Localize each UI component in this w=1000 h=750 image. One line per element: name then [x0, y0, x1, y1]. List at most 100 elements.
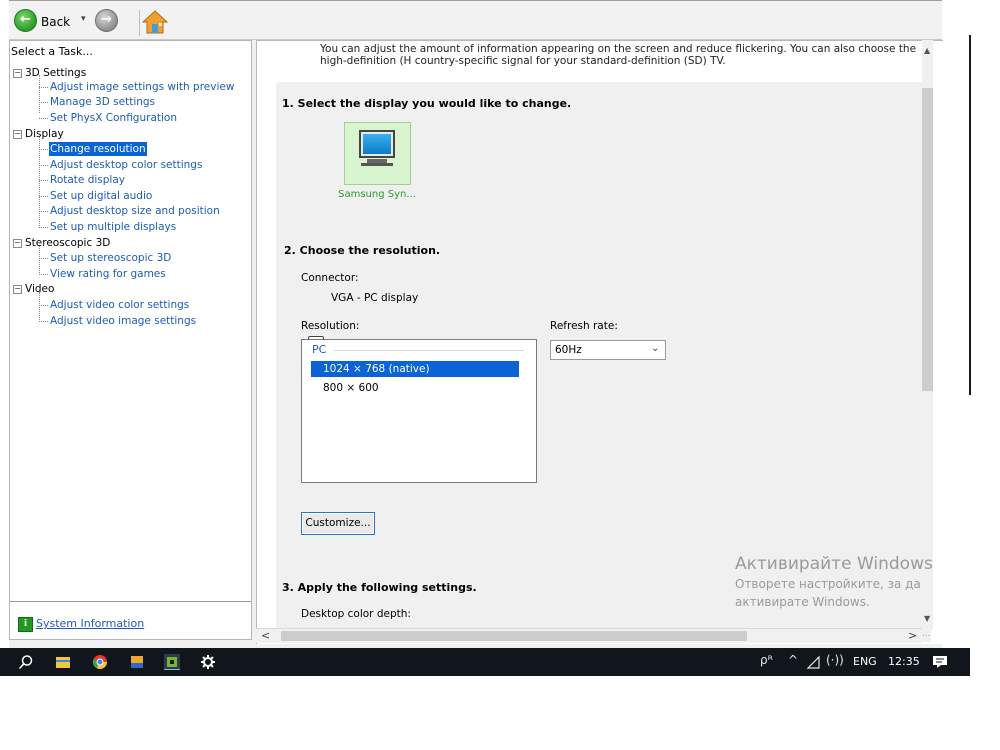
scroll-right-arrow-icon[interactable]: >	[908, 629, 917, 642]
forward-arrow-icon[interactable]: →	[95, 9, 118, 32]
task-rotate-display[interactable]: Rotate display	[50, 173, 125, 187]
back-button-label[interactable]: Back	[41, 15, 70, 29]
task-adjust-video-color[interactable]: Adjust video color settings	[50, 298, 189, 312]
display-tile-samsung[interactable]: Samsung Syn...	[338, 122, 416, 200]
task-pane-title: Select a Task...	[11, 45, 93, 58]
tree-category-video[interactable]: − Video	[13, 283, 54, 295]
tree-connector	[39, 137, 40, 228]
resolution-list[interactable]: PC 1024 × 768 (native) 800 × 600	[301, 339, 537, 483]
settings-gear-icon[interactable]	[200, 654, 216, 670]
watermark-title: Активирайте Windows	[735, 554, 933, 574]
tree-category-display[interactable]: − Display	[13, 128, 64, 140]
section-apply-settings-title: 3. Apply the following settings.	[282, 581, 477, 594]
notifications-icon[interactable]	[932, 654, 948, 670]
refresh-rate-value: 60Hz	[555, 344, 582, 356]
home-icon[interactable]	[142, 9, 168, 35]
app-installer-icon[interactable]	[129, 654, 145, 670]
tree-category-stereoscopic-3d[interactable]: − Stereoscopic 3D	[13, 237, 110, 249]
tree-connector	[39, 102, 48, 103]
tree-category-label: 3D Settings	[25, 67, 87, 79]
vertical-scrollbar[interactable]: ▲ ▼	[922, 40, 933, 631]
scroll-left-arrow-icon[interactable]: <	[261, 629, 270, 642]
connector-label: Connector:	[301, 272, 359, 284]
tree-connector	[39, 292, 40, 322]
resolution-option-1024x768[interactable]: 1024 × 768 (native)	[311, 361, 519, 377]
toolbar: ← Back ▾ →	[9, 1, 942, 40]
tree-connector	[39, 149, 48, 150]
tree-connector	[39, 211, 48, 212]
system-information-icon[interactable]: i	[18, 617, 33, 632]
collapse-icon[interactable]: −	[13, 239, 22, 248]
horizontal-scrollbar[interactable]: < >	[256, 628, 922, 643]
back-arrow-icon[interactable]: ←	[14, 9, 37, 32]
collapse-icon[interactable]: −	[13, 69, 22, 78]
system-information-link[interactable]: System Information	[36, 617, 144, 630]
tree-connector	[39, 246, 40, 275]
refresh-rate-select[interactable]: 60Hz ⌄	[550, 340, 666, 360]
task-adjust-desktop-color[interactable]: Adjust desktop color settings	[50, 158, 202, 172]
task-change-resolution[interactable]: Change resolution	[49, 142, 147, 156]
horizontal-scroll-thumb[interactable]	[281, 631, 747, 641]
task-tree: −3D Settings Adjust image settings with …	[10, 65, 253, 605]
customize-button[interactable]: Customize...	[301, 512, 375, 535]
tree-connector	[39, 165, 48, 166]
page-description: You can adjust the amount of information…	[320, 43, 917, 67]
scroll-up-arrow-icon[interactable]: ▲	[924, 46, 930, 55]
tree-category-label: Video	[25, 283, 55, 295]
nvidia-control-panel-window: ← Back ▾ → Select a Task... −3D Settings…	[9, 0, 943, 648]
tree-category-label: Display	[25, 128, 64, 140]
task-pane-divider	[10, 601, 251, 602]
tree-connector	[39, 75, 40, 113]
tree-connector	[39, 274, 48, 275]
nvidia-control-panel-taskbar-icon[interactable]	[164, 654, 180, 670]
show-hidden-icons-chevron-up-icon[interactable]: ^	[788, 653, 798, 667]
clock[interactable]: 12:35	[888, 655, 920, 668]
desktop-area-right	[942, 0, 1000, 648]
tree-connector	[39, 258, 48, 259]
tree-category-label: Stereoscopic 3D	[25, 237, 111, 249]
resolution-option-800x600[interactable]: 800 × 600	[323, 380, 379, 396]
resize-grip[interactable]: ⋯	[922, 631, 933, 642]
tree-category-3d-settings[interactable]: −3D Settings	[13, 67, 86, 79]
section-select-display-title: 1. Select the display you would like to …	[282, 97, 572, 110]
windows-activation-watermark: Активирайте Windows Отворете настройките…	[735, 553, 933, 611]
collapse-icon[interactable]: −	[13, 285, 22, 294]
task-view-rating-for-games[interactable]: View rating for games	[50, 267, 166, 281]
task-adjust-desktop-size[interactable]: Adjust desktop size and position	[50, 204, 220, 218]
network-icon[interactable]	[806, 655, 822, 671]
task-set-up-stereoscopic-3d[interactable]: Set up stereoscopic 3D	[50, 251, 171, 265]
file-explorer-icon[interactable]	[55, 654, 71, 670]
people-icon[interactable]: ρᴿ	[760, 653, 773, 667]
volume-icon[interactable]: (·))	[826, 653, 844, 667]
task-adjust-image-settings[interactable]: Adjust image settings with preview	[50, 80, 234, 94]
vertical-scroll-thumb[interactable]	[922, 88, 933, 391]
section-choose-resolution-title: 2. Choose the resolution.	[284, 244, 441, 257]
tree-connector	[39, 305, 48, 306]
monitor-screen	[363, 134, 391, 154]
taskbar: ρᴿ ^ (·)) ENG 12:35	[0, 648, 970, 676]
chrome-icon[interactable]	[92, 654, 108, 670]
input-language-indicator[interactable]: ENG	[853, 655, 877, 668]
resolution-label: Resolution:	[301, 320, 360, 332]
connector-value: VGA - PC display	[331, 292, 419, 304]
task-adjust-video-image[interactable]: Adjust video image settings	[50, 314, 196, 328]
watermark-line-2: активирате Windows.	[735, 595, 870, 609]
desktop-color-depth-label: Desktop color depth:	[301, 608, 411, 620]
back-history-chevron-down-icon[interactable]: ▾	[81, 14, 86, 24]
tree-connector	[39, 87, 48, 88]
monitor-base	[361, 163, 393, 166]
refresh-rate-label: Refresh rate:	[550, 320, 618, 332]
task-manage-3d-settings[interactable]: Manage 3D settings	[50, 95, 155, 109]
display-name: Samsung Syn...	[338, 189, 416, 200]
task-set-up-multiple-displays[interactable]: Set up multiple displays	[50, 220, 176, 234]
tree-connector	[39, 180, 48, 181]
collapse-icon[interactable]: −	[13, 130, 22, 139]
tree-connector	[39, 321, 48, 322]
tree-connector	[39, 118, 48, 119]
task-set-up-digital-audio[interactable]: Set up digital audio	[50, 189, 152, 203]
tree-connector	[39, 227, 48, 228]
scroll-down-arrow-icon[interactable]: ▼	[924, 614, 930, 623]
task-set-physx-configuration[interactable]: Set PhysX Configuration	[50, 111, 177, 125]
search-icon[interactable]	[18, 654, 34, 670]
group-separator	[334, 350, 524, 351]
